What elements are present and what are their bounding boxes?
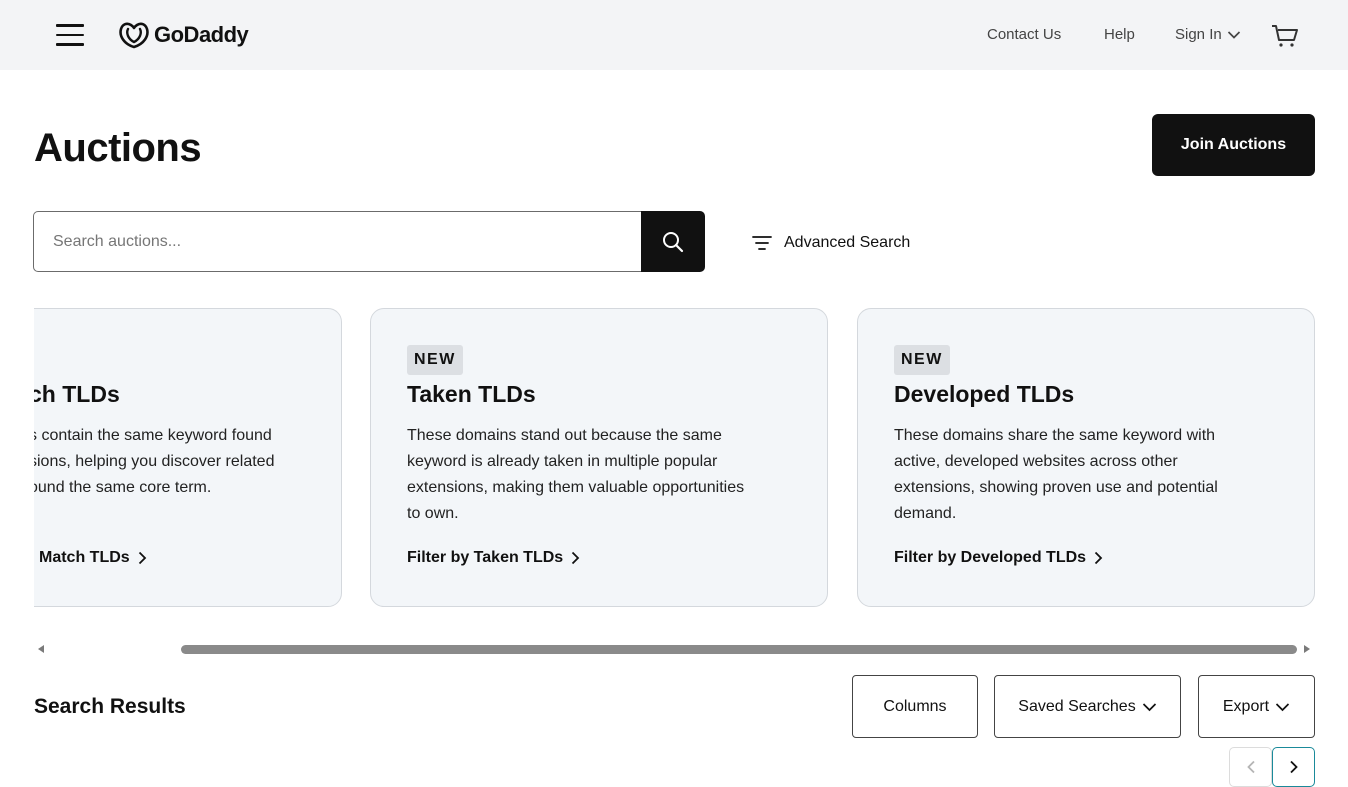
card-description-line: demand. [894,505,957,522]
carousel-scrollbar[interactable] [34,640,1314,658]
card-link-label: Filter by Taken TLDs [407,549,564,566]
card-description: These domains share the same keyword wit… [894,423,1294,527]
columns-label: Columns [883,697,947,715]
card-description-line: ound the same core term. [34,479,212,496]
next-page-button[interactable] [1272,747,1315,787]
saved-searches-dropdown[interactable]: Saved Searches [994,675,1181,738]
chevron-right-icon [1289,760,1298,774]
help-link[interactable]: Help [1104,26,1135,43]
card-match-tlds: ch TLDs s contain the same keyword found… [34,308,342,607]
card-description: s contain the same keyword found sions, … [34,423,329,501]
new-badge: NEW [894,345,950,375]
card-title: ch TLDs [34,381,120,407]
advanced-search-button[interactable]: Advanced Search [752,231,910,255]
card-description-line: extensions, showing proven use and poten… [894,479,1218,496]
scroll-left-arrow[interactable] [38,645,44,653]
scrollbar-thumb[interactable] [181,645,1297,654]
search-button[interactable] [641,211,705,272]
columns-button[interactable]: Columns [852,675,978,738]
advanced-search-label: Advanced Search [784,234,911,251]
new-badge: NEW [407,345,463,375]
card-description-line: keyword is already taken in multiple pop… [407,453,718,470]
card-link-label: Filter by Developed TLDs [894,549,1087,566]
card-description-line: active, developed websites across other [894,453,1178,470]
chevron-right-icon [1094,551,1103,565]
card-link-label: Match TLDs [39,549,130,566]
card-title: Taken TLDs [407,381,536,407]
scroll-right-arrow[interactable] [1304,645,1310,653]
chevron-right-icon [572,551,580,565]
chevron-down-icon [1142,702,1156,711]
cart-icon[interactable] [1271,24,1299,48]
contact-us-link[interactable]: Contact Us [987,26,1061,43]
card-description-line: sions, helping you discover related [34,453,275,470]
export-label: Export [1222,697,1270,715]
search-field-wrapper [33,211,643,272]
logo-text: GoDaddy [154,22,249,47]
card-description-line: s contain the same keyword found [34,427,272,444]
join-auctions-button[interactable]: Join Auctions [1152,114,1315,176]
hamburger-menu-icon[interactable] [56,23,85,47]
tld-cards-carousel: ch TLDs s contain the same keyword found… [34,308,1316,608]
chevron-down-icon [1276,702,1290,711]
sign-in-label: Sign In [1175,26,1222,43]
search-input[interactable] [34,212,643,271]
sign-in-menu[interactable]: Sign In [1175,26,1241,43]
export-dropdown[interactable]: Export [1198,675,1315,738]
card-description-line: These domains share the same keyword wit… [894,427,1216,444]
page-title: Auctions [34,126,202,170]
chevron-left-icon [1246,760,1255,774]
card-description-line: These domains stand out because the same [407,427,722,444]
filter-taken-tlds-link[interactable]: Filter by Taken TLDs [407,549,580,567]
filter-icon [752,236,772,250]
godaddy-logo[interactable]: GoDaddy [118,20,249,50]
card-taken-tlds: NEW Taken TLDs These domains stand out b… [370,308,828,607]
chevron-right-icon [138,551,146,565]
saved-searches-label: Saved Searches [1018,697,1136,715]
search-results-heading: Search Results [34,695,186,718]
filter-developed-tlds-link[interactable]: Filter by Developed TLDs [894,549,1103,567]
card-description: These domains stand out because the same… [407,423,807,527]
top-nav-bar: GoDaddy Contact Us Help Sign In [0,0,1348,70]
card-developed-tlds: NEW Developed TLDs These domains share t… [857,308,1315,607]
search-icon [663,231,684,252]
chevron-down-icon [1227,30,1240,39]
card-title: Developed TLDs [894,381,1075,407]
card-description-line: to own. [407,505,459,522]
filter-match-tlds-link[interactable]: Match TLDs [39,549,147,567]
previous-page-button[interactable] [1229,747,1272,787]
card-description-line: extensions, making them valuable opportu… [407,479,745,496]
godaddy-logo-icon [119,22,149,49]
